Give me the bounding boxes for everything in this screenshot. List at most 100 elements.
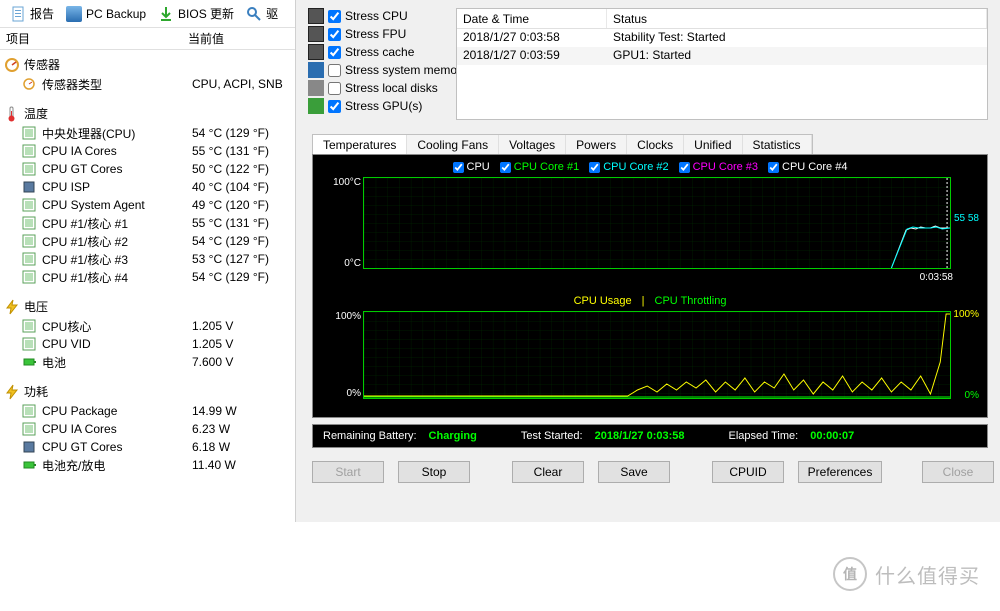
legend-checkbox[interactable] [589,162,600,173]
cpuid-button[interactable]: CPUID [712,461,784,483]
tree-row[interactable]: CPU #1/核心 #4 54 °C (129 °F) [4,268,295,286]
tree-row[interactable]: CPU GT Cores 50 °C (122 °F) [4,160,295,178]
legend-checkbox[interactable] [679,162,690,173]
row-icon [22,458,38,472]
tree-row-value: 54 °C (129 °F) [192,126,269,140]
volt-group: 电压 CPU核心 1.205 V CPU VID 1.205 V 电池 7.60… [4,296,295,371]
log-header-datetime[interactable]: Date & Time [457,9,607,28]
download-icon [158,6,174,22]
sensors-group: 传感器 传感器类型 CPU, ACPI, SNB [4,54,295,93]
legend-checkbox[interactable] [768,162,779,173]
tree-row-value: CPU, ACPI, SNB [192,77,283,91]
tree-row[interactable]: CPU #1/核心 #2 54 °C (129 °F) [4,232,295,250]
watermark-text: 什么值得买 [875,560,980,589]
tree-row[interactable]: CPU System Agent 49 °C (120 °F) [4,196,295,214]
tree-row-label: CPU核心 [42,318,192,335]
stress-cpu-row: Stress CPU [308,8,408,24]
bios-update-label: BIOS 更新 [178,5,234,22]
tab-strip: Temperatures Cooling Fans Voltages Power… [312,134,813,155]
row-icon [22,216,38,230]
tree-row[interactable]: CPU IA Cores 55 °C (131 °F) [4,142,295,160]
tree-header-item[interactable]: 项目 [4,30,188,47]
fpu-icon [308,26,324,42]
tree-header-value[interactable]: 当前值 [188,30,224,47]
legend-item[interactable]: CPU Core #3 [679,161,758,173]
tree-row[interactable]: CPU IA Cores 6.23 W [4,420,295,438]
driver-button[interactable]: 驱 [242,3,282,24]
tab-unified[interactable]: Unified [684,135,742,155]
graph2-canvas [363,311,951,399]
tree-row-value: 6.23 W [192,422,230,436]
tab-powers[interactable]: Powers [566,135,627,155]
tab-voltages[interactable]: Voltages [499,135,566,155]
legend-checkbox[interactable] [453,162,464,173]
log-header-status[interactable]: Status [607,9,987,28]
save-button[interactable]: Save [598,461,670,483]
report-button[interactable]: 报告 [6,3,58,24]
test-started-label: Test Started: [521,430,583,442]
button-row: Start Stop Clear Save CPUID Preferences … [302,458,994,486]
tree-row-value: 55 °C (131 °F) [192,216,269,230]
preferences-button[interactable]: Preferences [798,461,882,483]
report-icon [10,6,26,22]
tree-row[interactable]: CPU VID 1.205 V [4,335,295,353]
legend-item[interactable]: CPU Core #2 [589,161,668,173]
tree-row-label: 电池充/放电 [42,457,192,474]
tab-clocks[interactable]: Clocks [627,135,684,155]
graph1-xend: 0:03:58 [920,272,953,283]
cache-icon [308,44,324,60]
row-icon [22,144,38,158]
temp-group-title[interactable]: 温度 [4,103,295,124]
start-button[interactable]: Start [312,461,384,483]
stress-mem-checkbox[interactable] [328,64,341,77]
stress-cache-label: Stress cache [345,45,414,59]
row-icon [22,270,38,284]
stress-gpu-checkbox[interactable] [328,100,341,113]
tab-temperatures[interactable]: Temperatures [313,135,407,155]
log-row[interactable]: 2018/1/27 0:03:59 GPU1: Started [457,47,987,65]
legend-item[interactable]: CPU Core #4 [768,161,847,173]
tree-row[interactable]: CPU #1/核心 #1 55 °C (131 °F) [4,214,295,232]
tree-row-label: CPU IA Cores [42,422,192,436]
close-button[interactable]: Close [922,461,994,483]
tree-row[interactable]: 电池 7.600 V [4,353,295,371]
stress-cpu-checkbox[interactable] [328,10,341,23]
tree-row-value: 49 °C (120 °F) [192,198,269,212]
bolt-icon [4,299,20,315]
stop-button[interactable]: Stop [398,461,470,483]
tree-row[interactable]: 中央处理器(CPU) 54 °C (129 °F) [4,124,295,142]
log-row[interactable]: 2018/1/27 0:03:58 Stability Test: Starte… [457,29,987,47]
tree-row-label: CPU System Agent [42,198,192,212]
stress-cache-checkbox[interactable] [328,46,341,59]
tree-row-value: 54 °C (129 °F) [192,234,269,248]
clear-button[interactable]: Clear [512,461,584,483]
search-icon [246,6,262,22]
bios-update-button[interactable]: BIOS 更新 [154,3,238,24]
tree-row[interactable]: CPU ISP 40 °C (104 °F) [4,178,295,196]
battery-label: Remaining Battery: [323,430,417,442]
pcbackup-button[interactable]: PC Backup [62,4,150,24]
tree-row[interactable]: 传感器类型 CPU, ACPI, SNB [4,75,295,93]
tree-row-label: CPU VID [42,337,192,351]
tab-statistics[interactable]: Statistics [743,135,812,155]
stress-fpu-checkbox[interactable] [328,28,341,41]
power-group-title[interactable]: 功耗 [4,381,295,402]
legend-item[interactable]: CPU Core #1 [500,161,579,173]
tree-row-label: CPU #1/核心 #4 [42,269,192,286]
report-label: 报告 [30,5,54,22]
tree-row[interactable]: CPU #1/核心 #3 53 °C (127 °F) [4,250,295,268]
legend-item[interactable]: CPU [453,161,490,173]
tree-row[interactable]: 电池充/放电 11.40 W [4,456,295,474]
stress-disk-checkbox[interactable] [328,82,341,95]
tree-row[interactable]: CPU GT Cores 6.18 W [4,438,295,456]
row-icon [22,126,38,140]
tab-cooling-fans[interactable]: Cooling Fans [407,135,499,155]
watermark-badge-icon: 值 [833,557,867,591]
volt-group-title[interactable]: 电压 [4,296,295,317]
legend-checkbox[interactable] [500,162,511,173]
legend-label: CPU Core #1 [514,161,579,173]
row-icon [22,355,38,369]
sensors-group-title[interactable]: 传感器 [4,54,295,75]
tree-row[interactable]: CPU Package 14.99 W [4,402,295,420]
tree-row[interactable]: CPU核心 1.205 V [4,317,295,335]
